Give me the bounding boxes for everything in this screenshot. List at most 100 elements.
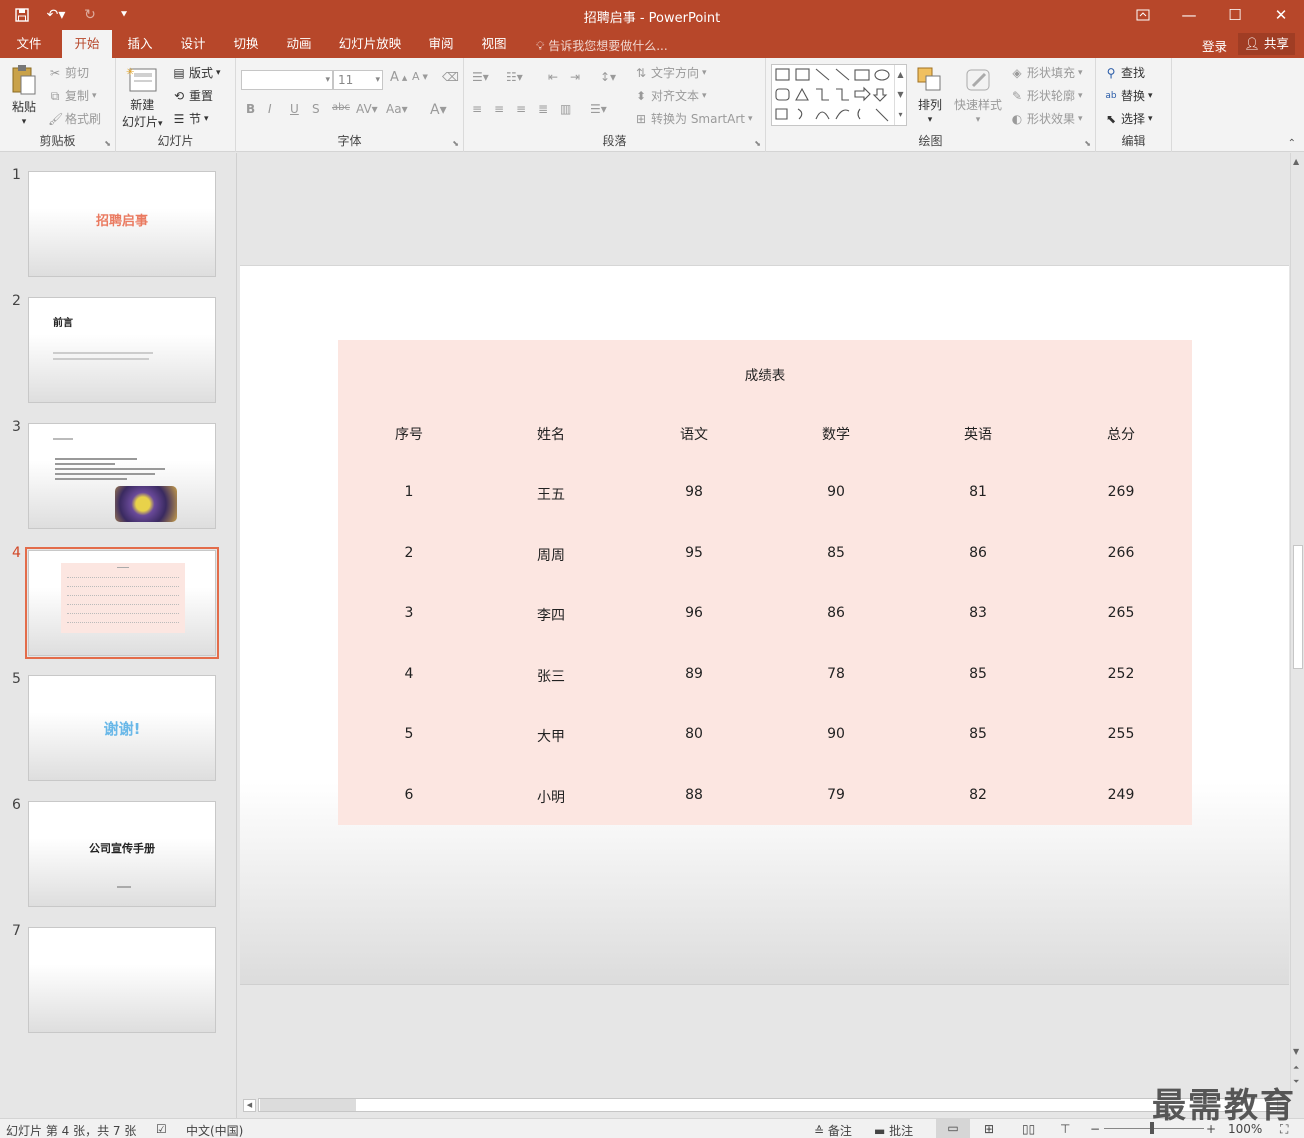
replace-button[interactable]: ab 替换 ▾ — [1104, 87, 1152, 104]
table-cell[interactable]: 5 — [338, 726, 480, 742]
table-cell[interactable]: 80 — [623, 726, 765, 742]
table-cell[interactable]: 249 — [1050, 787, 1192, 803]
table-cell[interactable]: 2 — [338, 545, 480, 561]
table-cell[interactable]: 81 — [907, 484, 1049, 500]
vertical-scrollbar[interactable]: ▲ ▼ ⏶ ⏷ — [1290, 153, 1304, 1096]
copy-button[interactable]: ⧉ 复制 ▾ — [48, 87, 97, 104]
table-cell[interactable]: 85 — [907, 726, 1049, 742]
tab-view[interactable]: 视图 — [472, 30, 516, 58]
tab-transitions[interactable]: 切换 — [224, 30, 268, 58]
table-cell[interactable]: 79 — [765, 787, 907, 803]
slide-thumbnail-4[interactable] — [28, 550, 216, 656]
score-table[interactable]: 成绩表 序号 姓名 语文 数学 英语 总分 1 王五 98 90 81 269 … — [338, 340, 1192, 825]
increase-font-icon[interactable]: A ▲ — [390, 70, 407, 85]
cut-button[interactable]: ✂ 剪切 — [48, 64, 89, 81]
minimize-icon[interactable]: — — [1166, 0, 1212, 30]
ribbon-display-options-icon[interactable] — [1120, 0, 1166, 30]
scroll-down-icon[interactable]: ▼ — [1293, 1047, 1299, 1056]
dialog-launcher-icon[interactable]: ⬊ — [104, 139, 111, 148]
slide-thumbnail-2[interactable]: 前言 — [28, 297, 216, 403]
align-left-icon[interactable]: ≡ — [472, 102, 482, 116]
layout-button[interactable]: ▤ 版式 ▾ — [172, 64, 220, 81]
table-cell[interactable]: 6 — [338, 787, 480, 803]
table-header[interactable]: 数学 — [765, 424, 907, 444]
shapes-gallery[interactable]: ▲ ▼ ▾ — [771, 64, 907, 126]
table-cell[interactable]: 78 — [765, 666, 907, 682]
clear-format-icon[interactable]: ⌫ — [442, 70, 459, 84]
language-indicator[interactable]: 中文(中国) — [186, 1122, 243, 1138]
tab-insert[interactable]: 插入 — [118, 30, 162, 58]
strikethrough-icon[interactable]: abc — [332, 102, 350, 113]
decrease-font-icon[interactable]: A ▼ — [412, 70, 428, 83]
tab-home[interactable]: 开始 — [62, 30, 112, 58]
table-cell[interactable]: 4 — [338, 666, 480, 682]
change-case-icon[interactable]: Aa▾ — [386, 102, 408, 116]
font-name-box[interactable]: ▾ — [241, 70, 333, 90]
share-button[interactable]: 👤︎ 共享 — [1238, 33, 1295, 55]
table-cell[interactable]: 85 — [907, 666, 1049, 682]
section-button[interactable]: ☰ 节 ▾ — [172, 110, 209, 127]
slide-thumbnail-1[interactable]: 招聘启事 — [28, 171, 216, 277]
slide-thumbnail-7[interactable] — [28, 927, 216, 1033]
table-header[interactable]: 英语 — [907, 424, 1049, 444]
bullets-icon[interactable]: ☰▾ — [472, 70, 489, 84]
table-cell[interactable]: 95 — [623, 545, 765, 561]
horizontal-scroll-thumb[interactable] — [260, 1099, 356, 1111]
convert-smartart-button[interactable]: ⊞ 转换为 SmartArt ▾ — [634, 110, 753, 127]
table-cell[interactable]: 王五 — [480, 484, 622, 504]
paste-button[interactable]: 粘贴 ▾ — [8, 64, 40, 127]
tell-me-box[interactable]: 💡︎ 告诉我您想要做什么... — [536, 37, 668, 54]
zoom-slider[interactable] — [1104, 1128, 1204, 1129]
table-cell[interactable]: 269 — [1050, 484, 1192, 500]
tab-file[interactable]: 文件 — [8, 30, 50, 58]
font-color-icon[interactable]: A▾ — [430, 102, 447, 118]
maximize-icon[interactable]: ☐ — [1212, 0, 1258, 30]
comments-button[interactable]: ▬ 批注 — [874, 1122, 913, 1138]
tab-design[interactable]: 设计 — [171, 30, 215, 58]
italic-icon[interactable]: I — [268, 102, 272, 116]
dialog-launcher-icon[interactable]: ⬊ — [754, 139, 761, 148]
shape-outline-button[interactable]: ✎ 形状轮廓 ▾ — [1010, 87, 1083, 104]
close-icon[interactable]: ✕ — [1258, 0, 1304, 30]
current-slide[interactable]: 成绩表 序号 姓名 语文 数学 英语 总分 1 王五 98 90 81 269 … — [240, 265, 1289, 985]
table-cell[interactable]: 86 — [907, 545, 1049, 561]
align-text-button[interactable]: ⬍ 对齐文本 ▾ — [634, 87, 707, 104]
previous-slide-icon[interactable]: ⏶ — [1293, 1063, 1299, 1073]
slide-thumbnail-3[interactable] — [28, 423, 216, 529]
tab-animations[interactable]: 动画 — [277, 30, 321, 58]
font-size-box[interactable]: 11 ▾ — [333, 70, 383, 90]
notes-button[interactable]: ≙ 备注 — [814, 1122, 852, 1138]
reading-view-icon[interactable]: ▯▯ — [1022, 1122, 1035, 1136]
line-spacing-icon[interactable]: ↕▾ — [600, 70, 616, 84]
login-link[interactable]: 登录 — [1202, 36, 1227, 55]
tab-slideshow[interactable]: 幻灯片放映 — [330, 30, 410, 58]
justify-icon[interactable]: ≣ — [538, 102, 548, 116]
table-cell[interactable]: 李四 — [480, 605, 622, 625]
zoom-out-icon[interactable]: − — [1090, 1122, 1100, 1136]
slide-thumbnail-6[interactable]: 公司宣传手册 — [28, 801, 216, 907]
table-cell[interactable]: 85 — [765, 545, 907, 561]
format-painter-button[interactable]: 🖌︎ 格式刷 — [48, 110, 101, 127]
table-cell[interactable]: 大甲 — [480, 726, 622, 746]
table-cell[interactable]: 3 — [338, 605, 480, 621]
new-slide-button[interactable]: ✳ 新建 幻灯片▾ — [122, 64, 163, 130]
collapse-ribbon-icon[interactable]: ⌃ — [1288, 138, 1296, 149]
tab-review[interactable]: 审阅 — [419, 30, 463, 58]
shadow-icon[interactable]: S — [312, 102, 320, 116]
slideshow-view-icon[interactable]: ⊤ — [1060, 1122, 1070, 1136]
table-cell[interactable]: 89 — [623, 666, 765, 682]
reset-button[interactable]: ⟲ 重置 — [172, 87, 213, 104]
align-right-icon[interactable]: ≡ — [516, 102, 526, 116]
table-cell[interactable]: 82 — [907, 787, 1049, 803]
table-cell[interactable]: 90 — [765, 726, 907, 742]
increase-indent-icon[interactable]: ⇥ — [570, 70, 580, 84]
table-header[interactable]: 总分 — [1050, 424, 1192, 444]
distribute-icon[interactable]: ▥ — [560, 102, 571, 116]
table-cell[interactable]: 83 — [907, 605, 1049, 621]
underline-icon[interactable]: U — [290, 102, 299, 116]
quick-styles-button[interactable]: 快速样式 ▾ — [954, 66, 1002, 125]
vertical-scroll-thumb[interactable] — [1293, 545, 1303, 669]
horizontal-scrollbar[interactable]: ◀ — [238, 1096, 1304, 1116]
table-cell[interactable]: 252 — [1050, 666, 1192, 682]
shape-fill-button[interactable]: ◈ 形状填充 ▾ — [1010, 64, 1082, 81]
